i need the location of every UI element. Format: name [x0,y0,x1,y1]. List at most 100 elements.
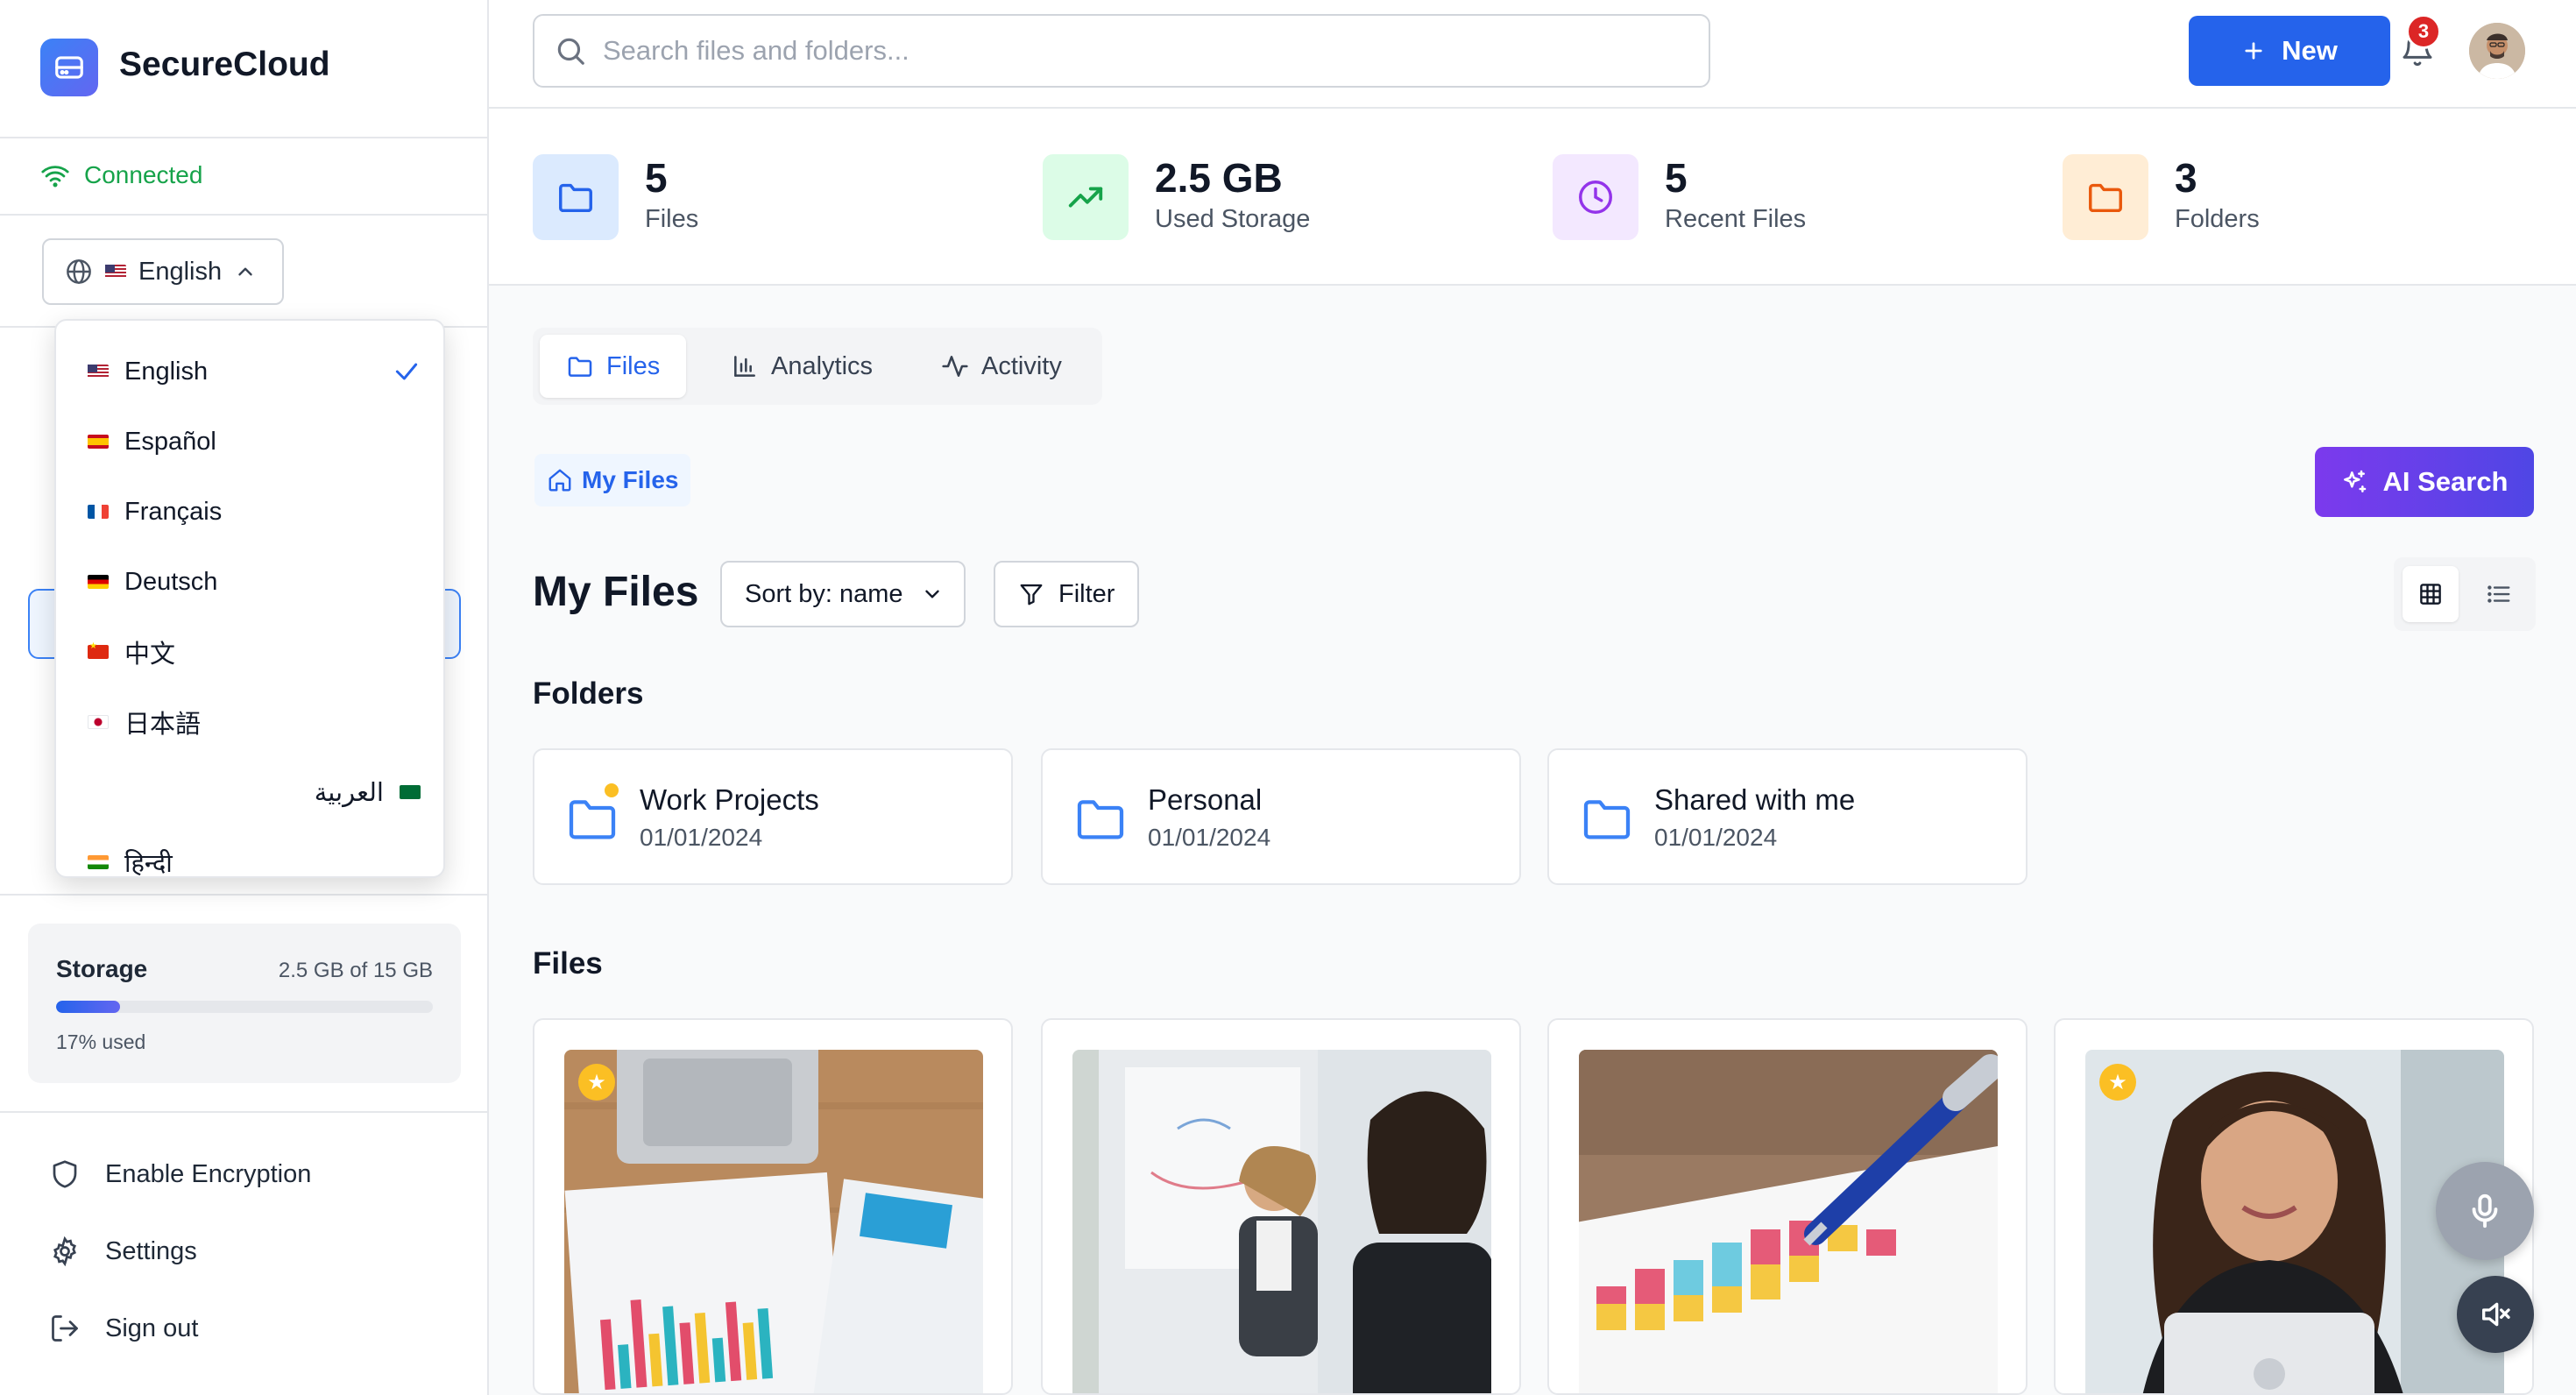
language-option-german[interactable]: Deutsch [56,547,443,617]
filter-icon [1018,581,1044,607]
folder-icon [533,154,619,240]
language-option-label: 中文 [124,641,176,669]
sign-out-button[interactable]: Sign out [49,1313,198,1344]
storage-used-label: 17% used [56,1030,146,1053]
folder-name: Personal [1148,783,1263,816]
file-card[interactable] [1041,1018,1521,1395]
tab-files[interactable]: Files [540,335,687,398]
home-icon [547,467,573,493]
view-tabs: Files Analytics Activity [533,328,1102,405]
star-icon: ★ [2099,1064,2136,1101]
grid-icon [2417,581,2444,607]
folder-card[interactable]: Shared with me 01/01/2024 [1547,748,2028,885]
stat-label: Folders [2175,205,2260,233]
star-icon [603,782,620,799]
settings-button[interactable]: Settings [49,1236,197,1267]
folder-icon [1072,790,1129,846]
breadcrumb-home-label: My Files [582,466,679,493]
search-box[interactable] [533,14,1710,88]
language-option-arabic[interactable]: العربية [56,757,443,827]
mute-button[interactable] [2457,1276,2534,1353]
in-flag-icon [88,855,109,869]
clock-icon [1553,154,1638,240]
hard-drive-icon [40,39,98,96]
fr-flag-icon [88,505,109,519]
language-option-label: 日本語 [124,711,202,739]
folder-icon [2063,154,2148,240]
file-card[interactable]: ★ [533,1018,1013,1395]
folder-card[interactable]: Personal 01/01/2024 [1041,748,1521,885]
tab-analytics[interactable]: Analytics [704,335,899,398]
sidebar: SecureCloud Connected English Storage 2.… [0,0,489,1395]
filter-label: Filter [1058,579,1115,608]
storage-title: Storage [56,955,148,982]
jp-flag-icon [88,715,109,729]
settings-label: Settings [105,1236,197,1265]
shield-icon [49,1158,81,1190]
notification-badge: 3 [2406,14,2441,49]
ai-search-button[interactable]: AI Search [2315,447,2534,517]
de-flag-icon [88,575,109,589]
breadcrumb[interactable]: My Files [534,454,691,506]
language-option-chinese[interactable]: 中文 [56,617,443,687]
microphone-icon [2465,1191,2505,1231]
star-icon: ★ [578,1064,615,1101]
file-thumbnail: ★ [564,1050,983,1393]
file-thumbnail [1072,1050,1491,1393]
filter-button[interactable]: Filter [994,561,1139,627]
folder-date: 01/01/2024 [640,824,763,851]
voice-input-button[interactable] [2436,1162,2534,1260]
folder-name: Work Projects [640,783,819,816]
globe-icon [65,258,93,286]
enable-encryption-button[interactable]: Enable Encryption [49,1158,311,1190]
tab-files-label: Files [606,351,661,380]
sort-dropdown[interactable]: Sort by: name [720,561,966,627]
language-option-label: العربية [314,778,384,807]
language-selector[interactable]: English [42,238,284,305]
es-flag-icon [88,435,109,449]
folder-card[interactable]: Work Projects 01/01/2024 [533,748,1013,885]
stat-label: Files [645,205,699,233]
new-button[interactable]: New [2189,16,2390,86]
language-option-english[interactable]: English [56,336,443,407]
folder-date: 01/01/2024 [1654,824,1778,851]
file-card[interactable] [1547,1018,2028,1395]
language-option-french[interactable]: Français [56,477,443,547]
app: SecureCloud Connected English Storage 2.… [0,0,2576,1395]
sign-out-label: Sign out [105,1314,199,1342]
language-option-hindi[interactable]: हिन्दी [56,827,443,876]
plus-icon [2241,39,2266,63]
language-option-label: Deutsch [124,567,218,596]
stat-value: 2.5 GB [1155,155,1283,201]
page-title: My Files [533,569,699,615]
list-icon [2486,581,2512,607]
ai-search-label: AI Search [2382,466,2509,497]
activity-icon [941,352,969,380]
storage-progress-fill [56,1001,121,1013]
folder-name: Shared with me [1654,783,1856,816]
storage-progress-bar [56,1001,433,1013]
language-current: English [138,257,223,286]
file-thumbnail [1579,1050,1998,1393]
chevron-up-icon [234,260,257,283]
language-option-spanish[interactable]: Español [56,407,443,477]
storage-amount: 2.5 GB of 15 GB [278,959,433,982]
tab-activity[interactable]: Activity [915,335,1088,398]
stat-value: 5 [1665,155,1688,201]
stat-label: Used Storage [1155,205,1311,233]
bar-chart-icon [731,352,759,380]
new-button-label: New [2282,35,2338,66]
sidebar-divider [0,894,487,896]
view-toggle [2394,557,2536,631]
language-dropdown-menu: English Español Français Deutsch 中文 [54,319,445,878]
folder-icon [566,352,594,380]
grid-view-button[interactable] [2403,566,2459,622]
language-option-japanese[interactable]: 日本語 [56,687,443,757]
gear-icon [49,1236,81,1267]
top-bar: New 3 [489,0,2576,109]
wifi-icon [40,161,70,191]
stat-label: Recent Files [1665,205,1807,233]
avatar[interactable] [2469,23,2525,79]
list-view-button[interactable] [2471,566,2527,622]
search-input[interactable] [603,35,1654,67]
